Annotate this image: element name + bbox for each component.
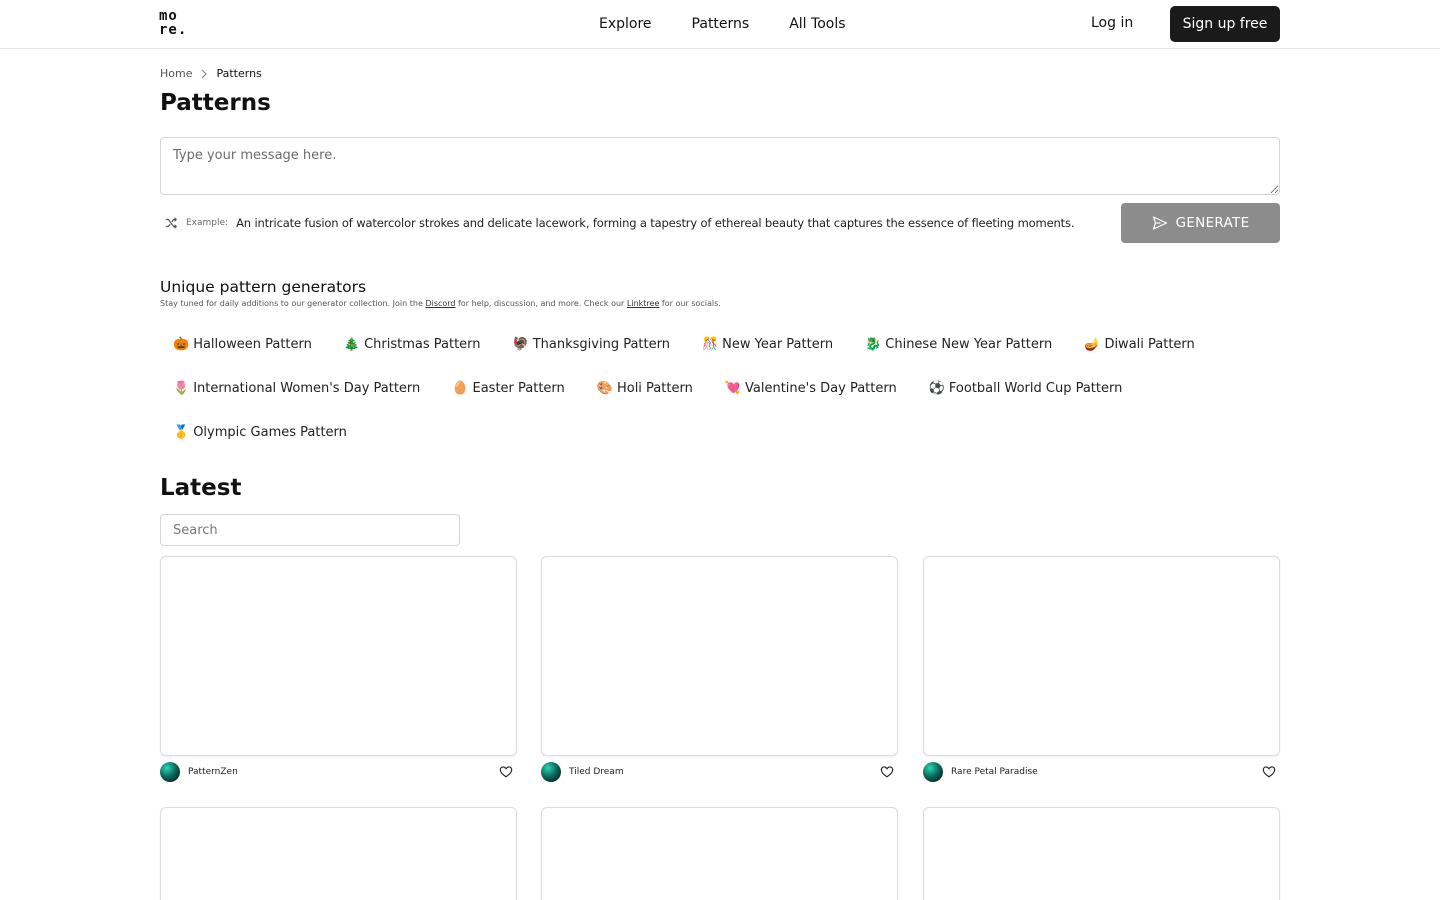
tag-label: Christmas Pattern (364, 336, 481, 352)
tag-label: Easter Pattern (472, 380, 565, 396)
chevron-right-icon (202, 69, 208, 78)
heart-icon[interactable] (1262, 765, 1276, 779)
card-author[interactable]: PatternZen (188, 767, 499, 777)
nav-explore[interactable]: Explore (599, 16, 652, 32)
login-link[interactable]: Log in (1091, 15, 1133, 31)
tag-row: 🌷 International Women's Day Pattern 🥚 East… (160, 366, 1280, 410)
tag-olympic-games[interactable]: 🥇 Olympic Games Pattern (160, 425, 360, 440)
subtitle-text-3: for our socials. (659, 299, 721, 308)
logo-line-2: re. (159, 22, 188, 38)
card-meta: Tiled Dream (541, 762, 898, 782)
generate-label: GENERATE (1175, 215, 1250, 231)
generate-button[interactable]: GENERATE (1121, 203, 1280, 243)
tag-holi[interactable]: 🎨 Holi Pattern (584, 381, 706, 396)
card-meta: PatternZen (160, 762, 517, 782)
main-nav: Explore Patterns All Tools (599, 0, 846, 48)
palette-icon: 🎨 (596, 380, 613, 396)
search-input[interactable] (160, 514, 460, 546)
breadcrumb-home[interactable]: Home (160, 67, 192, 80)
tag-label: Chinese New Year Pattern (885, 336, 1053, 352)
example-label: Example: (186, 218, 229, 228)
soccer-ball-icon: ⚽ (928, 380, 945, 396)
subtitle-text-1: Stay tuned for daily additions to our ge… (160, 299, 426, 308)
pattern-card[interactable] (923, 807, 1280, 900)
logo-line-1: mo (159, 8, 178, 24)
tag-new-year[interactable]: 🎊 New Year Pattern (689, 337, 846, 352)
card-author[interactable]: Rare Petal Paradise (951, 767, 1262, 777)
message-input[interactable] (160, 137, 1280, 195)
nav-all-tools[interactable]: All Tools (789, 16, 845, 32)
example-text[interactable]: An intricate fusion of watercolor stroke… (236, 216, 1074, 230)
pattern-card[interactable] (160, 807, 517, 900)
tag-label: Football World Cup Pattern (948, 380, 1123, 396)
nav-patterns[interactable]: Patterns (692, 16, 750, 32)
avatar[interactable] (923, 762, 943, 782)
signup-button[interactable]: Sign up free (1170, 6, 1280, 42)
tag-label: New Year Pattern (722, 336, 834, 352)
pattern-card[interactable] (541, 556, 898, 756)
breadcrumb-current: Patterns (216, 67, 262, 80)
pattern-card[interactable] (160, 556, 517, 756)
medal-icon: 🥇 (173, 424, 190, 440)
tag-label: International Women's Day Pattern (193, 380, 421, 396)
tag-label: Thanksgiving Pattern (532, 336, 670, 352)
generator-tags: 🎃 Halloween Pattern 🎄 Christmas Pattern 🦃 T… (160, 322, 1280, 454)
page-title: Patterns (160, 90, 271, 116)
tag-easter[interactable]: 🥚 Easter Pattern (439, 381, 577, 396)
discord-link[interactable]: Discord (425, 299, 455, 308)
dragon-icon: 🐉 (865, 336, 882, 352)
generators-title: Unique pattern generators (160, 278, 367, 296)
subtitle-text-2: for help, discussion, and more. Check ou… (455, 299, 627, 308)
card-meta: Rare Petal Paradise (923, 762, 1280, 782)
heart-icon[interactable] (499, 765, 513, 779)
tag-christmas[interactable]: 🎄 Christmas Pattern (331, 337, 494, 352)
pattern-card[interactable] (923, 556, 1280, 756)
tag-label: Holi Pattern (616, 380, 693, 396)
tag-label: Olympic Games Pattern (193, 424, 347, 440)
confetti-icon: 🎊 (701, 336, 719, 352)
generators-subtitle: Stay tuned for daily additions to our ge… (160, 299, 721, 308)
top-navbar: mo re. Explore Patterns All Tools Log in… (0, 0, 1440, 49)
logo[interactable]: mo re. (159, 9, 189, 37)
tag-football-world-cup[interactable]: ⚽ Football World Cup Pattern (916, 381, 1136, 396)
avatar[interactable] (160, 762, 180, 782)
christmas-tree-icon: 🎄 (343, 336, 361, 352)
pattern-card[interactable] (541, 807, 898, 900)
breadcrumb: Home Patterns (160, 67, 262, 80)
heart-arrow-icon: 💘 (724, 380, 742, 396)
linktree-link[interactable]: Linktree (627, 299, 659, 308)
tag-chinese-new-year[interactable]: 🐉 Chinese New Year Pattern (852, 337, 1065, 352)
tag-halloween[interactable]: 🎃 Halloween Pattern (160, 337, 325, 352)
heart-icon[interactable] (880, 765, 894, 779)
diya-lamp-icon: 🪔 (1084, 336, 1101, 352)
send-icon (1152, 216, 1167, 230)
tag-womens-day[interactable]: 🌷 International Women's Day Pattern (160, 381, 433, 396)
tag-row: 🎃 Halloween Pattern 🎄 Christmas Pattern 🦃 T… (160, 322, 1280, 366)
tag-label: Halloween Pattern (193, 336, 312, 352)
card-author[interactable]: Tiled Dream (569, 767, 880, 777)
turkey-icon: 🦃 (512, 336, 529, 352)
egg-icon: 🥚 (452, 380, 469, 396)
tag-valentines[interactable]: 💘 Valentine's Day Pattern (712, 381, 910, 396)
tag-thanksgiving[interactable]: 🦃 Thanksgiving Pattern (500, 337, 683, 352)
example-row: Example: An intricate fusion of watercol… (164, 214, 1074, 232)
tag-diwali[interactable]: 🪔 Diwali Pattern (1071, 337, 1208, 352)
tag-label: Valentine's Day Pattern (745, 380, 897, 396)
pumpkin-icon: 🎃 (173, 336, 190, 352)
avatar[interactable] (541, 762, 561, 782)
tag-label: Diwali Pattern (1104, 336, 1195, 352)
tag-row: 🥇 Olympic Games Pattern (160, 410, 1280, 454)
shuffle-icon[interactable] (164, 216, 178, 230)
latest-title: Latest (160, 475, 242, 501)
tulip-icon: 🌷 (173, 380, 190, 396)
